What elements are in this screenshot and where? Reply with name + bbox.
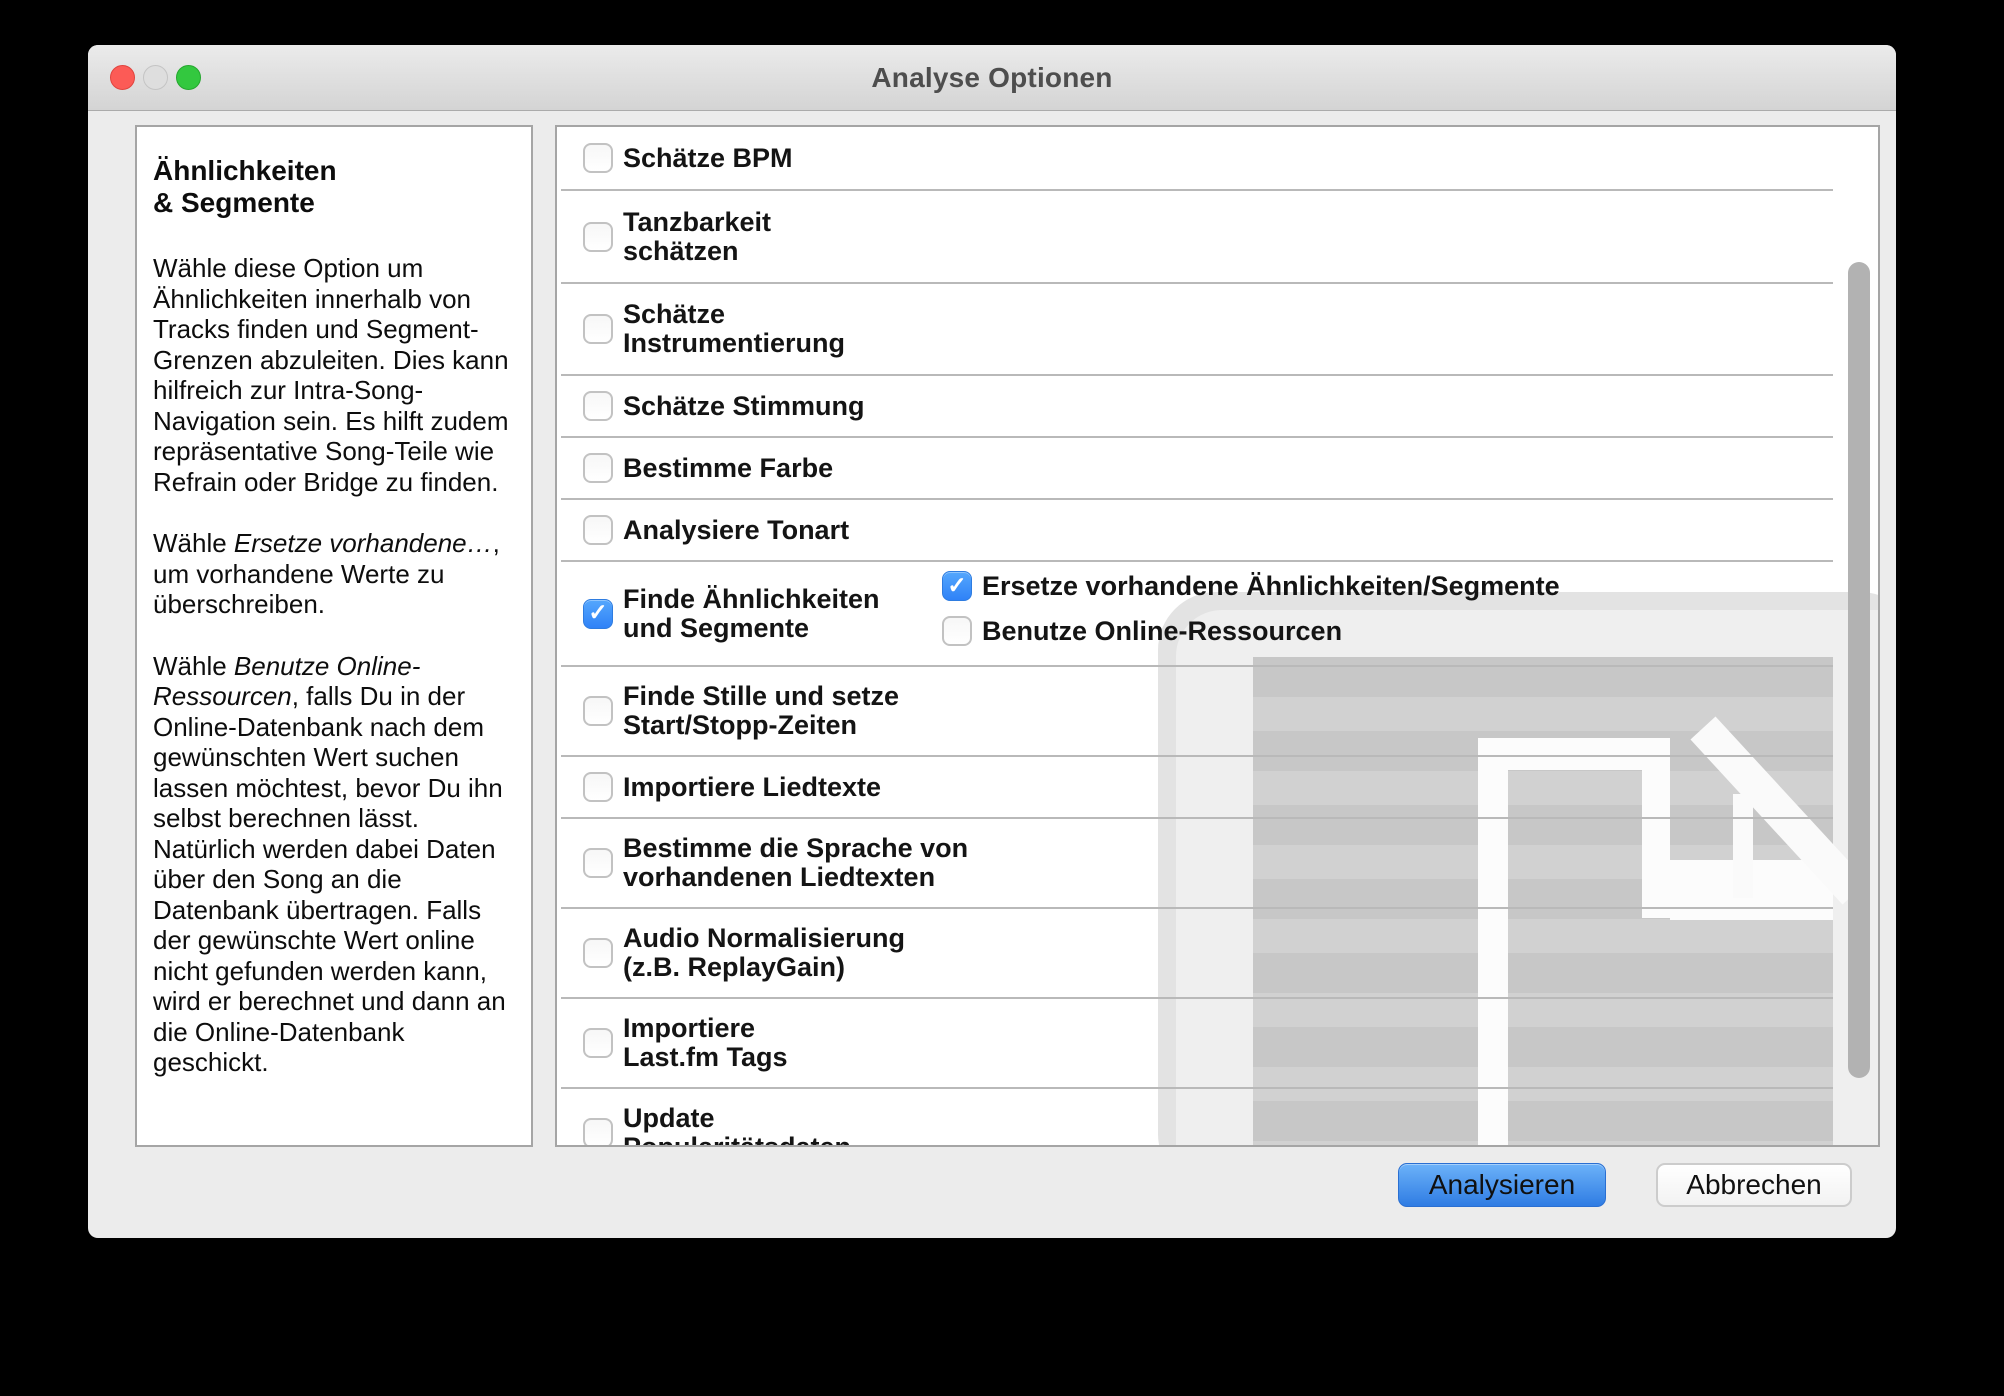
sub-option-online-ressourcen[interactable]: ✓ Benutze Online-Ressourcen: [942, 616, 1560, 646]
vertical-scrollbar[interactable]: [1848, 262, 1870, 1078]
checkbox[interactable]: ✓: [942, 571, 972, 601]
option-row-popularitaet[interactable]: ✓ Update Popularitätsdaten: [561, 1089, 1833, 1147]
window-title: Analyse Optionen: [88, 45, 1896, 110]
option-label[interactable]: Analysiere Tonart: [623, 516, 849, 545]
analyze-button[interactable]: Analysieren: [1398, 1163, 1606, 1207]
checkbox[interactable]: ✓: [583, 772, 613, 802]
option-label[interactable]: Bestimme Farbe: [623, 454, 833, 483]
option-label[interactable]: Schätze BPM: [623, 144, 793, 173]
option-label[interactable]: Update Popularitätsdaten: [623, 1104, 851, 1147]
option-label[interactable]: Importiere Liedtexte: [623, 773, 881, 802]
option-row-normalisierung[interactable]: ✓ Audio Normalisierung (z.B. ReplayGain): [561, 909, 1833, 999]
option-row-tanzbarkeit[interactable]: ✓ Tanzbarkeit schätzen: [561, 191, 1833, 284]
checkbox[interactable]: ✓: [583, 314, 613, 344]
option-label[interactable]: Bestimme die Sprache von vorhandenen Lie…: [623, 834, 968, 892]
checkmark-icon: ✓: [588, 601, 607, 624]
checkbox[interactable]: ✓: [583, 515, 613, 545]
description-paragraph: Wähle Ersetze vorhandene…, um vorhandene…: [153, 528, 511, 620]
option-row-schaetze-bpm[interactable]: ✓ Schätze BPM: [561, 127, 1833, 191]
option-label[interactable]: Benutze Online-Ressourcen: [982, 617, 1342, 646]
sub-options: ✓ Ersetze vorhandene Ähnlichkeiten/Segme…: [942, 571, 1560, 646]
option-label[interactable]: Audio Normalisierung (z.B. ReplayGain): [623, 924, 905, 982]
title-bar[interactable]: Analyse Optionen: [88, 45, 1896, 111]
option-label[interactable]: Schätze Instrumentierung: [623, 300, 845, 358]
option-row-instrumentierung[interactable]: ✓ Schätze Instrumentierung: [561, 284, 1833, 376]
option-label[interactable]: Importiere Last.fm Tags: [623, 1014, 788, 1072]
checkbox[interactable]: ✓: [942, 616, 972, 646]
option-label[interactable]: Finde Stille und setze Start/Stopp-Zeite…: [623, 682, 899, 740]
option-row-stimmung[interactable]: ✓ Schätze Stimmung: [561, 376, 1833, 438]
checkbox[interactable]: ✓: [583, 222, 613, 252]
checkbox[interactable]: ✓: [583, 696, 613, 726]
option-row-stille[interactable]: ✓ Finde Stille und setze Start/Stopp-Zei…: [561, 667, 1833, 757]
checkbox[interactable]: ✓: [583, 1118, 613, 1147]
analysis-options-dialog: Analyse Optionen Ähnlichkeiten & Segment…: [88, 45, 1896, 1238]
option-label[interactable]: Tanzbarkeit schätzen: [623, 208, 771, 266]
option-label[interactable]: Finde Ähnlichkeiten und Segmente: [623, 585, 880, 643]
option-row-farbe[interactable]: ✓ Bestimme Farbe: [561, 438, 1833, 500]
option-row-aehnlichkeiten[interactable]: ✓ Finde Ähnlichkeiten und Segmente ✓ Ers…: [561, 562, 1833, 667]
options-list: ✓ Schätze BPM ✓ Tanzbarkeit schätzen ✓ S…: [557, 127, 1878, 1147]
sub-option-ersetze[interactable]: ✓ Ersetze vorhandene Ähnlichkeiten/Segme…: [942, 571, 1560, 601]
checkbox[interactable]: ✓: [583, 599, 613, 629]
option-row-liedtexte[interactable]: ✓ Importiere Liedtexte: [561, 757, 1833, 819]
checkbox[interactable]: ✓: [583, 391, 613, 421]
checkbox[interactable]: ✓: [583, 1028, 613, 1058]
checkbox[interactable]: ✓: [583, 143, 613, 173]
option-row-lastfm[interactable]: ✓ Importiere Last.fm Tags: [561, 999, 1833, 1089]
options-list-panel: ✓ Schätze BPM ✓ Tanzbarkeit schätzen ✓ S…: [555, 125, 1880, 1147]
cancel-button[interactable]: Abbrechen: [1656, 1163, 1852, 1207]
checkbox[interactable]: ✓: [583, 453, 613, 483]
option-label[interactable]: Ersetze vorhandene Ähnlichkeiten/Segment…: [982, 572, 1560, 601]
checkmark-icon: ✓: [947, 574, 966, 597]
checkbox[interactable]: ✓: [583, 938, 613, 968]
option-label[interactable]: Schätze Stimmung: [623, 392, 865, 421]
description-paragraph: Wähle diese Option um Ähnlichkeiten inne…: [153, 253, 511, 497]
checkbox[interactable]: ✓: [583, 848, 613, 878]
option-row-tonart[interactable]: ✓ Analysiere Tonart: [561, 500, 1833, 562]
option-row-sprache[interactable]: ✓ Bestimme die Sprache von vorhandenen L…: [561, 819, 1833, 909]
description-paragraph: Wähle Benutze Online-Ressourcen, falls D…: [153, 651, 511, 1078]
description-panel: Ähnlichkeiten & Segmente Wähle diese Opt…: [135, 125, 533, 1147]
description-heading: Ähnlichkeiten & Segmente: [153, 155, 511, 219]
